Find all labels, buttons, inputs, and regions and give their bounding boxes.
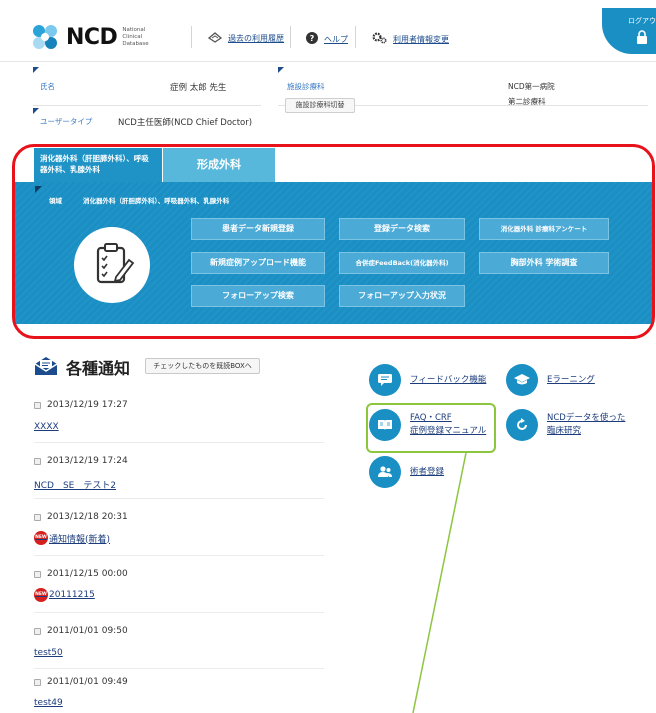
new-badge-icon: NEW	[34, 588, 48, 602]
notice-date: 2013/12/19 17:24	[47, 456, 128, 466]
logo-subtitle: National Clinical Database	[122, 26, 149, 47]
notice-date: 2011/12/15 00:00	[47, 569, 128, 579]
header: NCD National Clinical Database 過去の利用履歴 ?…	[0, 0, 656, 62]
notice-checkbox[interactable]	[34, 513, 41, 521]
logout-button[interactable]: ログアウ	[602, 8, 656, 54]
header-divider	[290, 26, 291, 48]
divider	[34, 498, 324, 499]
notice-title-link[interactable]: test49	[34, 698, 63, 708]
divider	[34, 612, 324, 613]
elearning-link[interactable]: Eラーニング	[506, 364, 595, 396]
surgeon-registration-link-text[interactable]: 術者登録	[410, 466, 444, 479]
divider	[34, 668, 324, 669]
user-type-label: ユーザータイプ	[40, 117, 93, 126]
name-label: 氏名	[40, 82, 55, 91]
logo-text: NCD	[66, 24, 118, 50]
svg-text:?: ?	[310, 34, 315, 43]
notice-item: 2011/12/15 00:00 NEW 20111215	[34, 569, 324, 602]
notices-heading: 各種通知	[34, 355, 130, 379]
notice-title-link[interactable]: test50	[34, 648, 63, 658]
notice-checkbox[interactable]	[34, 570, 41, 578]
notice-date: 2013/12/18 20:31	[47, 512, 128, 522]
history-link[interactable]: 過去の利用履歴	[207, 32, 284, 45]
notice-date: 2011/01/01 09:49	[47, 677, 128, 687]
ncd-logo[interactable]: NCD National Clinical Database	[30, 22, 149, 52]
notice-item: 2013/12/19 17:24 NCD SE テスト2	[34, 456, 324, 491]
header-divider	[191, 26, 192, 48]
ncd-logo-mark-icon	[30, 22, 60, 52]
divider	[34, 442, 324, 443]
clinical-research-link-text[interactable]: NCDデータを使った 臨床研究	[547, 412, 625, 438]
feedback-link-text[interactable]: フィードバック機能	[410, 374, 486, 387]
notice-item: 2011/01/01 09:50 test50	[34, 626, 324, 658]
refresh-circle-icon	[506, 409, 538, 441]
highlight-annotation-green	[366, 403, 496, 453]
notice-title-link[interactable]: XXXX	[34, 422, 59, 432]
divider	[33, 105, 261, 106]
marker-triangle	[33, 108, 39, 114]
gear-icon	[372, 32, 387, 46]
notice-title-link[interactable]: 20111215	[49, 590, 95, 600]
hospital-name: NCD第一病院	[508, 82, 555, 91]
elearning-link-text[interactable]: Eラーニング	[547, 374, 595, 387]
notice-checkbox[interactable]	[34, 627, 41, 635]
notice-checkbox[interactable]	[34, 401, 41, 409]
user-name: 症例 太郎 先生	[170, 83, 227, 93]
notice-item: 2013/12/18 20:31 NEW 通知情報(新着)	[34, 512, 324, 545]
marker-triangle	[33, 67, 39, 73]
surgeon-registration-link[interactable]: 術者登録	[369, 456, 444, 488]
facility-label: 施設診療科	[287, 82, 325, 91]
clinical-research-link[interactable]: NCDデータを使った 臨床研究	[506, 409, 625, 441]
new-badge-icon: NEW	[34, 531, 48, 545]
notice-title-link[interactable]: NCD SE テスト2	[34, 478, 116, 491]
notice-date: 2013/12/19 17:27	[47, 400, 128, 410]
notice-item: 2013/12/19 17:27 XXXX	[34, 400, 324, 432]
facility-switch-button[interactable]: 施設診療科切替	[285, 98, 355, 113]
header-divider	[355, 26, 356, 48]
lock-icon	[636, 30, 648, 47]
highlight-annotation-red	[12, 144, 655, 339]
users-icon	[369, 456, 401, 488]
notice-title-link[interactable]: 通知情報(新着)	[49, 532, 110, 545]
help-icon: ?	[306, 32, 318, 46]
logout-label: ログアウ	[628, 17, 656, 25]
graduation-cap-icon	[506, 364, 538, 396]
divider	[34, 555, 324, 556]
feedback-icon	[369, 364, 401, 396]
marker-triangle	[278, 67, 284, 73]
history-icon	[207, 32, 223, 45]
notice-date: 2011/01/01 09:50	[47, 626, 128, 636]
notice-checkbox[interactable]	[34, 457, 41, 465]
user-type-value: NCD主任医師(NCD Chief Doctor)	[118, 118, 253, 128]
feedback-link[interactable]: フィードバック機能	[369, 364, 486, 396]
mail-icon	[34, 356, 58, 379]
help-link[interactable]: ? ヘルプ	[306, 32, 348, 46]
notice-item: 2011/01/01 09:49 test49	[34, 677, 324, 708]
user-settings-link[interactable]: 利用者情報変更	[372, 32, 449, 46]
mark-read-button[interactable]: チェックしたものを既読BOXへ	[145, 358, 260, 374]
notices-title: 各種通知	[66, 359, 131, 378]
notice-checkbox[interactable]	[34, 678, 41, 686]
